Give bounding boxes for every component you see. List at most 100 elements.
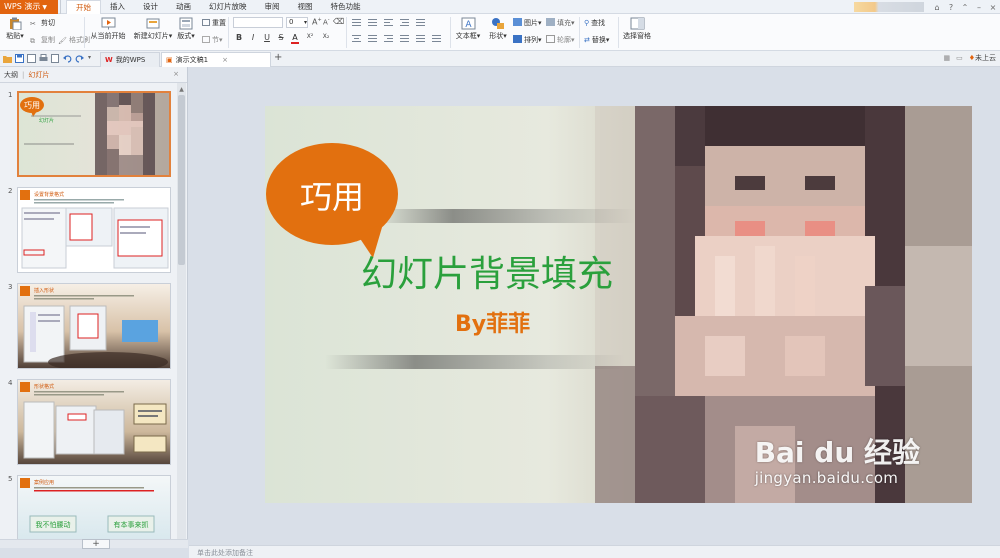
slide-byline[interactable]: By菲菲 xyxy=(455,312,530,337)
slide-thumbnail-5[interactable]: 案例应用 我不怕腰动 有本事来抓 xyxy=(17,475,171,539)
tab-slides[interactable]: 幻灯片 xyxy=(24,67,53,82)
picture-button[interactable]: 图片▾ xyxy=(513,18,542,28)
account-area[interactable] xyxy=(854,2,924,12)
format-painter-button[interactable]: 🖌 格式刷 xyxy=(58,35,90,45)
select-pane-button[interactable]: 选择窗格 xyxy=(622,16,652,41)
current-slide[interactable]: 巧用 幻灯片背景填充 By菲菲 Bai du 经验 jingyan.baidu.… xyxy=(265,106,972,503)
paste-button[interactable]: 粘贴▾ xyxy=(3,16,27,41)
dropdown-arrow-icon: ▾ xyxy=(219,36,223,44)
font-size-select[interactable]: 0 ▾ xyxy=(286,17,308,28)
notes-pane[interactable]: 单击此处添加备注 xyxy=(189,545,1000,558)
dropdown-arrow-icon: ▼ xyxy=(42,4,47,11)
tab-review[interactable]: 审阅 xyxy=(256,0,289,14)
scroll-thumb[interactable] xyxy=(178,95,185,265)
notes-placeholder: 单击此处添加备注 xyxy=(197,549,253,557)
slide-number: 1 xyxy=(8,91,13,99)
save-as-icon[interactable] xyxy=(27,54,36,63)
tab-slideshow[interactable]: 幻灯片放映 xyxy=(200,0,256,14)
arrange-button[interactable]: 排列▾ xyxy=(513,35,542,45)
quick-access-dropdown-icon[interactable]: ▾ xyxy=(88,54,91,61)
copy-label: 复制 xyxy=(41,36,55,44)
reset-button[interactable]: 重置 xyxy=(202,18,226,28)
font-name-select[interactable] xyxy=(233,17,283,28)
skin-icon[interactable]: ⌂ xyxy=(930,3,944,12)
tab-insert[interactable]: 插入 xyxy=(101,0,134,14)
tab-special[interactable]: 特色功能 xyxy=(322,0,370,14)
tab-home[interactable]: 开始 xyxy=(66,0,101,14)
textbox-button[interactable]: A 文本框▾ xyxy=(455,16,481,41)
copy-button[interactable]: ⧉ 复制 xyxy=(30,35,55,45)
thumbnail-scrollbar[interactable]: ▲ xyxy=(177,83,186,548)
bold-button[interactable]: B xyxy=(235,33,243,44)
title-bar: WPS 演示 ▼ 开始 插入 设计 动画 幻灯片放映 审阅 视图 特色功能 ⌂ ?… xyxy=(0,0,1000,14)
window-icon[interactable]: ▭ xyxy=(956,54,963,62)
replace-icon: ⇄ xyxy=(584,36,590,44)
shape-button[interactable]: 形状▾ xyxy=(486,16,510,41)
chevron-up-icon[interactable]: ⌃ xyxy=(958,3,972,12)
slide-thumbnail-3[interactable]: 插入形状 xyxy=(17,283,171,369)
app-menu-button[interactable]: WPS 演示 ▼ xyxy=(0,0,58,14)
slide-thumbnail-4[interactable]: 形状格式 xyxy=(17,379,171,465)
strikethrough-button[interactable]: S xyxy=(277,33,285,44)
add-slide-button[interactable]: + xyxy=(82,539,110,549)
title-right-controls: ⌂ ? ⌃ – × xyxy=(854,0,1000,14)
reset-icon xyxy=(202,19,210,26)
shrink-font-button[interactable]: A- xyxy=(323,17,330,26)
section-button[interactable]: 节▾ xyxy=(202,35,223,45)
tab-my-wps[interactable]: W 我的WPS xyxy=(100,52,160,67)
replace-button[interactable]: ⇄ 替换▾ xyxy=(584,35,609,45)
new-slide-label: 新建幻灯片 xyxy=(133,32,169,40)
slide-thumbnail-2[interactable]: 设置背景格式 xyxy=(17,187,171,273)
italic-button[interactable]: I xyxy=(249,33,257,44)
new-slide-button[interactable]: 新建幻灯片▾ xyxy=(133,16,173,41)
fill-icon xyxy=(546,18,555,26)
help-icon[interactable]: ? xyxy=(944,3,958,12)
slide-thumbnail-1[interactable]: 巧用 幻灯片 xyxy=(17,91,171,177)
tab-view[interactable]: 视图 xyxy=(289,0,322,14)
redo-icon[interactable] xyxy=(75,54,84,63)
bubble-text[interactable]: 巧用 xyxy=(300,178,364,216)
underline-button[interactable]: U xyxy=(263,33,271,44)
dropdown-arrow-icon: ▾ xyxy=(476,32,481,40)
slide-5-preview: 案例应用 我不怕腰动 有本事来抓 xyxy=(18,476,170,539)
subscript-button[interactable]: X₂ xyxy=(321,33,331,44)
undo-icon[interactable] xyxy=(63,54,72,63)
close-icon[interactable]: × xyxy=(986,3,1000,12)
cut-label: 剪切 xyxy=(41,19,55,27)
close-panel-icon[interactable]: × xyxy=(173,70,179,78)
tab-design[interactable]: 设计 xyxy=(134,0,167,14)
new-tab-button[interactable]: + xyxy=(274,52,282,63)
minimize-icon[interactable]: – xyxy=(972,3,986,12)
tab-outline[interactable]: 大纲 xyxy=(0,67,22,82)
fill-button[interactable]: 填充▾ xyxy=(546,18,575,28)
paragraph-tools[interactable] xyxy=(352,19,448,47)
print-preview-icon[interactable] xyxy=(51,54,60,63)
grow-font-button[interactable]: A+ xyxy=(312,17,322,27)
grid-icon[interactable]: ▦ xyxy=(943,54,950,62)
tab-presentation-1[interactable]: ▣ 演示文稿1 × xyxy=(161,52,271,67)
print-icon[interactable] xyxy=(39,54,48,63)
tab-animation[interactable]: 动画 xyxy=(167,0,200,14)
outline-button[interactable]: 轮廓▾ xyxy=(546,35,575,45)
font-color-button[interactable]: A xyxy=(291,33,299,44)
cloud-status[interactable]: ♦未上云 xyxy=(969,53,996,63)
thumb-1-subtitle: 幻灯片 xyxy=(39,117,54,124)
scroll-up-icon[interactable]: ▲ xyxy=(178,86,185,93)
find-button[interactable]: ⚲ 查找 xyxy=(584,18,605,28)
clear-format-icon[interactable]: ⌫ xyxy=(333,17,344,26)
paste-label: 粘贴 xyxy=(6,32,21,40)
layout-button[interactable]: 版式▾ xyxy=(176,16,196,41)
section-icon xyxy=(202,36,210,43)
separator xyxy=(618,17,619,48)
outline-label: 轮廓 xyxy=(557,36,571,44)
open-folder-icon[interactable] xyxy=(3,54,12,63)
superscript-button[interactable]: X² xyxy=(305,33,315,44)
play-from-current-button[interactable]: 从当前开始 xyxy=(88,16,128,41)
close-tab-icon[interactable]: × xyxy=(222,56,228,64)
thumb-5-title: 案例应用 xyxy=(34,479,54,486)
slide-title[interactable]: 幻灯片背景填充 xyxy=(361,254,613,295)
save-icon[interactable] xyxy=(15,54,24,63)
dropdown-arrow-icon: ▾ xyxy=(20,32,24,40)
replace-label: 替换 xyxy=(591,36,606,44)
cut-button[interactable]: ✂ 剪切 xyxy=(30,18,55,28)
